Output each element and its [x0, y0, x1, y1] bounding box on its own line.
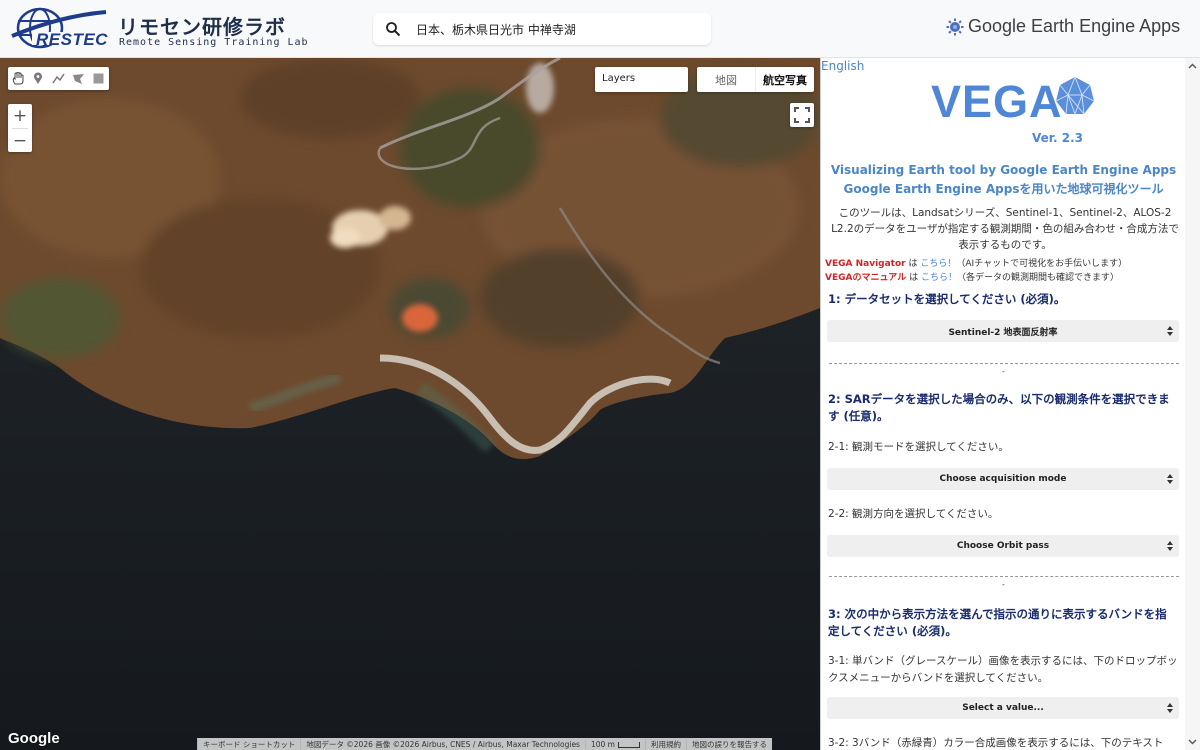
map-type-satellite-button[interactable]: 航空写真 [755, 67, 814, 92]
map-canvas[interactable]: + − Layers 地図 航空写真 Google キーボード ショートカット … [0, 58, 820, 750]
restec-wordmark: RESTEC [36, 30, 108, 49]
band-select-value: Select a value... [962, 703, 1044, 713]
vega-manual-name: VEGAのマニュアル [825, 273, 907, 283]
keyboard-shortcuts-link[interactable]: キーボード ショートカット [197, 738, 300, 750]
polygon-icon[interactable] [68, 67, 88, 90]
select-arrows-icon [1167, 326, 1173, 336]
app-version: Ver. 2.3 [1032, 131, 1083, 145]
line-icon[interactable] [48, 67, 68, 90]
point-icon[interactable] [28, 67, 48, 90]
rectangle-icon[interactable] [88, 67, 108, 90]
note-connector: は [906, 273, 921, 283]
layers-button[interactable]: Layers [595, 67, 688, 92]
orbit-pass-select[interactable]: Choose Orbit pass [827, 535, 1179, 557]
step2-2-label: 2-2: 観測方向を選択してください。 [828, 508, 999, 520]
search-icon[interactable] [385, 21, 401, 37]
subtitle-japanese: Google Earth Engine Appsを用いた地球可視化ツール [843, 182, 1164, 196]
location-search-box[interactable]: 日本、栃木県日光市 中禅寺湖 [373, 13, 711, 45]
separator-mark: - [1002, 367, 1005, 376]
vega-navigator-name: VEGA Navigator [825, 259, 906, 269]
map-type-map-button[interactable]: 地図 [697, 67, 755, 92]
scale-bar [617, 741, 640, 748]
terms-link[interactable]: 利用規約 [644, 738, 686, 750]
dataset-select[interactable]: Sentinel-2 地表面反射率 [827, 320, 1179, 342]
map-data-credit: 地図データ ©2026 画像 ©2026 Airbus, CNES / Airb… [300, 738, 585, 750]
fullscreen-button[interactable] [790, 103, 814, 127]
vega-navigator-desc: （AIチャットで可視化をお手伝いします） [956, 259, 1128, 269]
app-header: RESTEC リモセン研修ラボ Remote Sensing Training … [0, 0, 1200, 58]
scroll-down-arrow-icon[interactable] [1188, 737, 1197, 746]
map-type-toggle: 地図 航空写真 [697, 67, 814, 92]
orbit-pass-value: Choose Orbit pass [956, 541, 1050, 551]
select-arrows-icon [1167, 474, 1173, 484]
english-language-link[interactable]: English [821, 59, 864, 73]
separator-mark: - [1002, 580, 1005, 589]
section-divider [829, 363, 1179, 364]
zoom-control: + − [8, 104, 32, 152]
hand-icon[interactable] [8, 67, 28, 90]
vega-navigator-note: VEGA Navigator は こちら！（AIチャットで可視化をお手伝いします… [825, 256, 1127, 269]
acquisition-mode-value: Choose acquisition mode [939, 474, 1067, 484]
panel-scrollbar[interactable] [1185, 58, 1200, 750]
scale-label: 100 m [590, 739, 615, 749]
subtitle-english: Visualizing Earth tool by Google Earth E… [830, 163, 1177, 177]
vega-gem-icon [1055, 76, 1095, 116]
control-panel: English VEGA Ver. 2.3 Visualizing Earth … [820, 58, 1200, 750]
logo-subtitle: Remote Sensing Training Lab [119, 37, 309, 48]
scroll-up-arrow-icon[interactable] [1188, 62, 1197, 71]
gee-apps-title: Google Earth Engine Apps [968, 16, 1181, 36]
vega-manual-link[interactable]: こちら！ [921, 273, 957, 283]
search-input[interactable]: 日本、栃木県日光市 中禅寺湖 [416, 21, 576, 38]
select-arrows-icon [1167, 703, 1173, 713]
google-logo: Google [8, 730, 60, 747]
dataset-select-value: Sentinel-2 地表面反射率 [948, 327, 1058, 338]
intro-description: このツールは、Landsatシリーズ、Sentinel-1、Sentinel-2… [831, 207, 1179, 251]
vega-manual-note: VEGAのマニュアル は こちら！（各データの観測期間も確認できます） [825, 270, 1119, 283]
vega-manual-desc: （各データの観測期間も確認できます） [956, 273, 1119, 283]
satellite-imagery [0, 58, 820, 750]
step1-title: 1: データセットを選択してください (必須)。 [828, 292, 1066, 306]
band-select[interactable]: Select a value... [827, 697, 1179, 719]
logo-title: リモセン研修ラボ [118, 15, 286, 39]
acquisition-mode-select[interactable]: Choose acquisition mode [827, 468, 1179, 490]
step2-1-label: 2-1: 観測モードを選択してください。 [828, 441, 1009, 453]
drawing-tools [8, 67, 109, 90]
report-error-link[interactable]: 地図の誤りを報告する [685, 738, 772, 750]
fullscreen-icon [794, 107, 810, 123]
restec-logo[interactable]: RESTEC リモセン研修ラボ Remote Sensing Training … [10, 6, 308, 52]
step2-title: 2: SARデータを選択した場合のみ、以下の観測条件を選択できます (任意)。 [828, 392, 1170, 423]
zoom-in-button[interactable]: + [8, 104, 32, 128]
vega-logo-text: VEGA [931, 76, 1063, 127]
earth-engine-icon [946, 18, 964, 36]
section-divider [829, 576, 1179, 577]
vega-navigator-link[interactable]: こちら！ [920, 259, 956, 269]
step3-title: 3: 次の中から表示方法を選んで指示の通りに表示するバンドを指定してください (… [828, 607, 1167, 638]
note-connector: は [905, 259, 921, 269]
zoom-out-button[interactable]: − [8, 129, 32, 153]
map-attribution: キーボード ショートカット 地図データ ©2026 画像 ©2026 Airbu… [197, 738, 772, 750]
scale-indicator[interactable]: 100 m [584, 739, 645, 749]
select-arrows-icon [1167, 541, 1173, 551]
step3-2-label: 3-2: 3バンド（赤緑青）カラー合成画像を表示するには、下のテキスト [828, 737, 1164, 749]
step3-1-label: 3-1: 単バンド（グレースケール）画像を表示するには、下のドロップボックスメニ… [828, 655, 1178, 684]
